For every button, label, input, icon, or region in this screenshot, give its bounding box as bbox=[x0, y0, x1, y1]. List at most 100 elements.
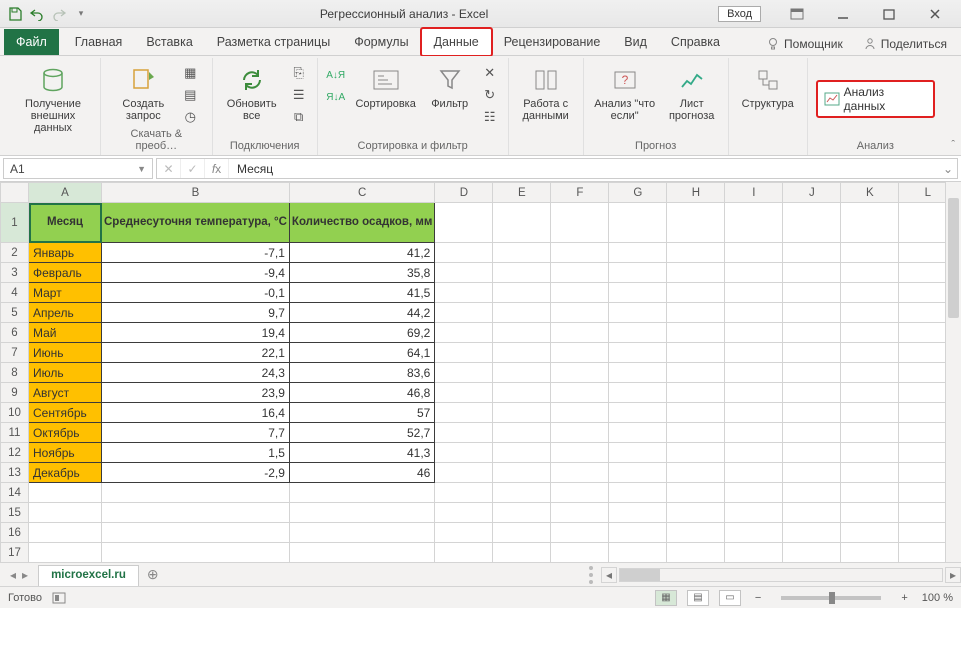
cell-E1[interactable] bbox=[493, 203, 551, 243]
cell-B3[interactable]: -9,4 bbox=[102, 263, 290, 283]
next-sheet-icon[interactable]: ▸ bbox=[22, 568, 28, 582]
signin-button[interactable]: Вход bbox=[718, 6, 761, 22]
cell-J11[interactable] bbox=[783, 423, 841, 443]
add-sheet-button[interactable]: ⊕ bbox=[139, 563, 167, 586]
cell-K3[interactable] bbox=[841, 263, 899, 283]
cell-F16[interactable] bbox=[551, 523, 609, 543]
cell-B14[interactable] bbox=[102, 483, 290, 503]
cell-F13[interactable] bbox=[551, 463, 609, 483]
recent-sources-button[interactable]: ◷ bbox=[180, 108, 200, 126]
cell-I8[interactable] bbox=[725, 363, 783, 383]
cell-D2[interactable] bbox=[435, 243, 493, 263]
cell-J4[interactable] bbox=[783, 283, 841, 303]
col-header-H[interactable]: H bbox=[667, 183, 725, 203]
row-header-7[interactable]: 7 bbox=[1, 343, 29, 363]
split-handle[interactable] bbox=[589, 566, 597, 584]
cell-D10[interactable] bbox=[435, 403, 493, 423]
cell-I3[interactable] bbox=[725, 263, 783, 283]
cell-K12[interactable] bbox=[841, 443, 899, 463]
cell-J7[interactable] bbox=[783, 343, 841, 363]
tab-review[interactable]: Рецензирование bbox=[492, 29, 613, 55]
cell-B10[interactable]: 16,4 bbox=[102, 403, 290, 423]
from-table-button[interactable]: ▤ bbox=[180, 86, 200, 104]
cell-F2[interactable] bbox=[551, 243, 609, 263]
cell-D17[interactable] bbox=[435, 543, 493, 563]
row-header-10[interactable]: 10 bbox=[1, 403, 29, 423]
cell-C3[interactable]: 35,8 bbox=[289, 263, 434, 283]
macro-record-icon[interactable] bbox=[52, 592, 66, 604]
cell-C11[interactable]: 52,7 bbox=[289, 423, 434, 443]
cell-C4[interactable]: 41,5 bbox=[289, 283, 434, 303]
cell-G8[interactable] bbox=[609, 363, 667, 383]
cell-D6[interactable] bbox=[435, 323, 493, 343]
cell-B5[interactable]: 9,7 bbox=[102, 303, 290, 323]
row-header-9[interactable]: 9 bbox=[1, 383, 29, 403]
whatif-button[interactable]: ? Анализ "что если" bbox=[592, 60, 658, 122]
cell-A5[interactable]: Апрель bbox=[29, 303, 102, 323]
cell-A12[interactable]: Ноябрь bbox=[29, 443, 102, 463]
cell-G16[interactable] bbox=[609, 523, 667, 543]
sort-asc-button[interactable]: A↓Я bbox=[326, 66, 346, 84]
zoom-in-button[interactable]: + bbox=[897, 592, 911, 604]
cell-D8[interactable] bbox=[435, 363, 493, 383]
formula-input[interactable]: Месяц bbox=[229, 162, 939, 176]
cell-C10[interactable]: 57 bbox=[289, 403, 434, 423]
col-header-I[interactable]: I bbox=[725, 183, 783, 203]
cell-D9[interactable] bbox=[435, 383, 493, 403]
col-header-C[interactable]: C bbox=[289, 183, 434, 203]
cell-E2[interactable] bbox=[493, 243, 551, 263]
cell-K8[interactable] bbox=[841, 363, 899, 383]
hscroll-right[interactable]: ▸ bbox=[945, 567, 961, 583]
cell-C16[interactable] bbox=[289, 523, 434, 543]
cell-I15[interactable] bbox=[725, 503, 783, 523]
clear-filter-button[interactable]: ✕ bbox=[480, 64, 500, 82]
col-header-J[interactable]: J bbox=[783, 183, 841, 203]
cell-K14[interactable] bbox=[841, 483, 899, 503]
cell-E12[interactable] bbox=[493, 443, 551, 463]
tell-me-button[interactable]: Помощник bbox=[762, 33, 847, 55]
properties-button[interactable]: ☰ bbox=[289, 86, 309, 104]
cell-G3[interactable] bbox=[609, 263, 667, 283]
cell-E13[interactable] bbox=[493, 463, 551, 483]
cell-I4[interactable] bbox=[725, 283, 783, 303]
cell-H12[interactable] bbox=[667, 443, 725, 463]
get-external-data-button[interactable]: Получение внешних данных bbox=[14, 60, 92, 134]
cell-I9[interactable] bbox=[725, 383, 783, 403]
row-header-12[interactable]: 12 bbox=[1, 443, 29, 463]
cell-K11[interactable] bbox=[841, 423, 899, 443]
cell-K13[interactable] bbox=[841, 463, 899, 483]
spreadsheet-grid[interactable]: ABCDEFGHIJKL1МесяцСреднесуточня температ… bbox=[0, 182, 961, 562]
cell-E11[interactable] bbox=[493, 423, 551, 443]
cell-E15[interactable] bbox=[493, 503, 551, 523]
cell-I2[interactable] bbox=[725, 243, 783, 263]
cell-E16[interactable] bbox=[493, 523, 551, 543]
cell-J1[interactable] bbox=[783, 203, 841, 243]
cell-K17[interactable] bbox=[841, 543, 899, 563]
undo-icon[interactable] bbox=[28, 5, 46, 23]
cell-C13[interactable]: 46 bbox=[289, 463, 434, 483]
cell-G10[interactable] bbox=[609, 403, 667, 423]
cell-H1[interactable] bbox=[667, 203, 725, 243]
show-queries-button[interactable]: ▦ bbox=[180, 64, 200, 82]
filter-button[interactable]: Фильтр bbox=[426, 60, 474, 110]
minimize-icon[interactable] bbox=[821, 0, 865, 28]
col-header-D[interactable]: D bbox=[435, 183, 493, 203]
cell-H3[interactable] bbox=[667, 263, 725, 283]
cell-A9[interactable]: Август bbox=[29, 383, 102, 403]
cell-F9[interactable] bbox=[551, 383, 609, 403]
cell-B6[interactable]: 19,4 bbox=[102, 323, 290, 343]
cell-H7[interactable] bbox=[667, 343, 725, 363]
cell-F8[interactable] bbox=[551, 363, 609, 383]
cell-F1[interactable] bbox=[551, 203, 609, 243]
cell-C2[interactable]: 41,2 bbox=[289, 243, 434, 263]
cell-A11[interactable]: Октябрь bbox=[29, 423, 102, 443]
cell-E14[interactable] bbox=[493, 483, 551, 503]
row-header-14[interactable]: 14 bbox=[1, 483, 29, 503]
enter-formula-icon[interactable]: ✓ bbox=[181, 159, 205, 178]
edit-links-button[interactable]: ⧉ bbox=[289, 108, 309, 126]
expand-formula-icon[interactable]: ⌄ bbox=[939, 162, 957, 176]
fx-icon[interactable]: fx bbox=[205, 159, 229, 178]
cell-J16[interactable] bbox=[783, 523, 841, 543]
cell-E7[interactable] bbox=[493, 343, 551, 363]
tab-insert[interactable]: Вставка bbox=[134, 29, 204, 55]
